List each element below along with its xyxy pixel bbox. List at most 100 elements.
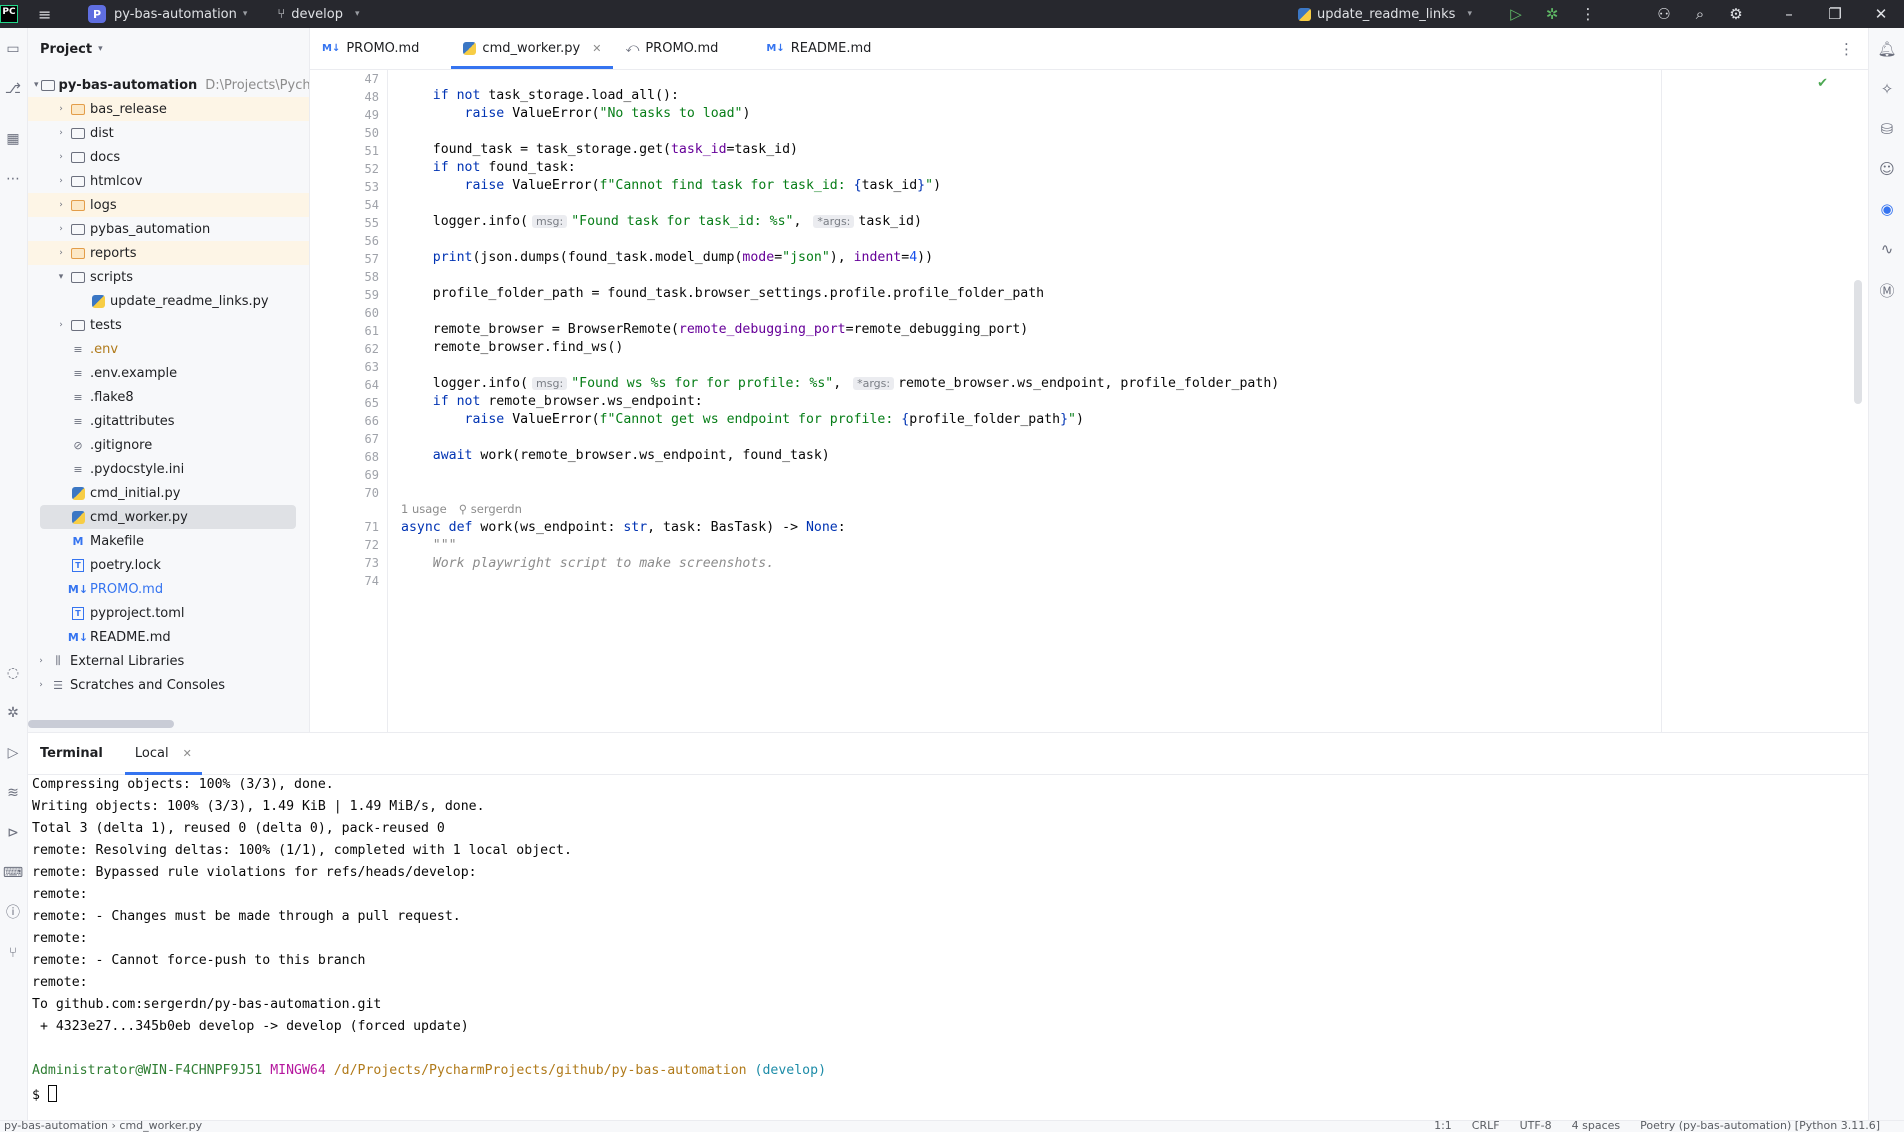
collapsed-arrow-icon[interactable]: › bbox=[54, 224, 68, 234]
tree-item-htmlcov[interactable]: › htmlcov bbox=[28, 169, 309, 193]
run-icon[interactable]: ▷ bbox=[1498, 5, 1534, 23]
tree-item-promo-md[interactable]: M↓ PROMO.md bbox=[28, 577, 309, 601]
tree-item-makefile[interactable]: M Makefile bbox=[28, 529, 309, 553]
text-file-icon: ≡ bbox=[73, 366, 83, 380]
code-vision-inlay[interactable]: 1 usage ⚲ sergerdn bbox=[401, 502, 522, 516]
main-menu-icon[interactable]: ≡ bbox=[38, 5, 58, 24]
collapsed-arrow-icon[interactable]: › bbox=[34, 680, 48, 690]
terminal-tool-icon[interactable]: ⌨ bbox=[2, 862, 24, 884]
python-console-icon[interactable]: ◌ bbox=[2, 662, 24, 684]
tree-item-pydocstyle[interactable]: ≡ .pydocstyle.ini bbox=[28, 457, 309, 481]
breadcrumb-project[interactable]: py-bas-automation bbox=[4, 1121, 108, 1132]
project-switcher[interactable]: py-bas-automation bbox=[114, 7, 237, 22]
notifications-icon[interactable]: 🔔︎ bbox=[1876, 38, 1898, 60]
tree-item-gitattributes[interactable]: ≡ .gitattributes bbox=[28, 409, 309, 433]
close-tab-icon[interactable]: ✕ bbox=[592, 42, 601, 55]
collapsed-arrow-icon[interactable]: › bbox=[54, 176, 68, 186]
debug-icon[interactable]: ✲ bbox=[1534, 5, 1570, 23]
usages-count[interactable]: 1 usage bbox=[401, 502, 447, 516]
tab-options-icon[interactable]: ⋮ bbox=[1839, 40, 1854, 58]
database-icon[interactable]: ⛁ bbox=[1876, 118, 1898, 140]
run-configuration-selector[interactable]: update_readme_links ▾ bbox=[1297, 7, 1472, 22]
project-tool-icon[interactable]: ▭ bbox=[2, 38, 24, 60]
tree-item-scratches[interactable]: › ☰ Scratches and Consoles bbox=[28, 673, 309, 697]
close-tab-icon[interactable]: ✕ bbox=[183, 747, 192, 760]
python-interpreter[interactable]: Poetry (py-bas-automation) [Python 3.11.… bbox=[1640, 1121, 1880, 1132]
settings-gear-icon[interactable]: ⚙ bbox=[1718, 5, 1754, 23]
code-editor[interactable]: if not task_storage.load_all(): raise Va… bbox=[391, 70, 1846, 732]
tree-item-poetry-lock[interactable]: T poetry.lock bbox=[28, 553, 309, 577]
collapsed-arrow-icon[interactable]: › bbox=[54, 200, 68, 210]
copilot-icon[interactable]: ☺ bbox=[1876, 158, 1898, 180]
tree-item-cmd-initial[interactable]: cmd_initial.py bbox=[28, 481, 309, 505]
terminal-title: Terminal bbox=[40, 746, 103, 761]
collapsed-arrow-icon[interactable]: › bbox=[54, 320, 68, 330]
debug-tool-icon[interactable]: ✲ bbox=[2, 702, 24, 724]
indent-setting[interactable]: 4 spaces bbox=[1572, 1121, 1621, 1132]
tree-item-external-libraries[interactable]: › ⫼ External Libraries bbox=[28, 649, 309, 673]
inspection-ok-icon[interactable]: ✔ bbox=[1817, 76, 1828, 91]
tree-item-reports[interactable]: › reports bbox=[28, 241, 309, 265]
expand-arrow-icon[interactable]: ▾ bbox=[54, 272, 68, 282]
collapsed-arrow-icon[interactable]: › bbox=[54, 248, 68, 258]
tree-item-logs[interactable]: › logs bbox=[28, 193, 309, 217]
vertical-scrollbar[interactable] bbox=[1854, 280, 1862, 404]
tab-promo-md[interactable]: M↓ PROMO.md bbox=[310, 27, 431, 69]
add-user-icon[interactable]: ⚇ bbox=[1646, 5, 1682, 23]
maximize-window-icon[interactable]: ❐ bbox=[1812, 5, 1858, 23]
tab-promo-md-diff[interactable]: ⤺ PROMO.md bbox=[613, 27, 730, 69]
problems-tool-icon[interactable]: ⓘ bbox=[2, 902, 24, 924]
collapsed-arrow-icon[interactable]: › bbox=[34, 656, 48, 666]
caret-position[interactable]: 1:1 bbox=[1434, 1121, 1452, 1132]
tree-item-readme[interactable]: M↓ README.md bbox=[28, 625, 309, 649]
line-separator[interactable]: CRLF bbox=[1472, 1121, 1500, 1132]
collapsed-arrow-icon[interactable]: › bbox=[54, 104, 68, 114]
tree-item-gitignore[interactable]: ⊘ .gitignore bbox=[28, 433, 309, 457]
tab-readme-md[interactable]: M↓ README.md bbox=[754, 27, 883, 69]
tab-local-terminal[interactable]: Local ✕ bbox=[124, 733, 202, 775]
minimize-window-icon[interactable]: – bbox=[1766, 5, 1812, 23]
python-packages-icon[interactable]: ⊳ bbox=[2, 822, 24, 844]
file-encoding[interactable]: UTF-8 bbox=[1520, 1121, 1552, 1132]
services-tool-icon[interactable]: ≋ bbox=[2, 782, 24, 804]
tab-cmd-worker[interactable]: cmd_worker.py ✕ bbox=[451, 27, 614, 69]
tree-item-docs[interactable]: › docs bbox=[28, 145, 309, 169]
search-icon[interactable]: ⌕ bbox=[1682, 5, 1718, 23]
sciview-icon[interactable]: ∿ bbox=[1876, 238, 1898, 260]
close-window-icon[interactable]: ✕ bbox=[1858, 5, 1904, 23]
tree-item-flake8[interactable]: ≡ .flake8 bbox=[28, 385, 309, 409]
prompt-user: Administrator@WIN-F4CHNPF9J51 bbox=[32, 1063, 263, 1078]
commit-tool-icon[interactable]: ⎇ bbox=[2, 78, 24, 100]
git-tool-icon[interactable]: ⑂ bbox=[2, 942, 24, 964]
tree-item-tests[interactable]: › tests bbox=[28, 313, 309, 337]
collapsed-arrow-icon[interactable]: › bbox=[54, 128, 68, 138]
code-line: raise ValueError("No tasks to load") bbox=[464, 106, 751, 121]
terminal-input-line[interactable]: $ bbox=[32, 1085, 57, 1103]
tree-item-dist[interactable]: › dist bbox=[28, 121, 309, 145]
tree-item-pyproject[interactable]: T pyproject.toml bbox=[28, 601, 309, 625]
vcs-branch-widget[interactable]: ⑂ develop ▾ bbox=[277, 7, 359, 22]
structure-tool-icon[interactable]: ▦ bbox=[2, 128, 24, 150]
run-tool-icon[interactable]: ▷ bbox=[2, 742, 24, 764]
tree-item-env[interactable]: ≡ .env bbox=[28, 337, 309, 361]
ai-assistant-icon[interactable]: ✧ bbox=[1876, 78, 1898, 100]
expand-arrow-icon[interactable]: ▾ bbox=[34, 80, 39, 90]
tree-item-cmd-worker[interactable]: cmd_worker.py bbox=[40, 505, 296, 529]
horizontal-scrollbar[interactable] bbox=[28, 720, 174, 728]
tree-root-folder[interactable]: ▾ py-bas-automation D:\Projects\Pych bbox=[28, 73, 309, 97]
more-actions-icon[interactable]: ⋮ bbox=[1570, 5, 1606, 23]
project-panel-header[interactable]: Project ▾ bbox=[28, 28, 309, 70]
code-with-me-icon[interactable]: ◉ bbox=[1876, 198, 1898, 220]
tree-item-bas-release[interactable]: › bas_release bbox=[28, 97, 309, 121]
markdown-preview-icon[interactable]: Ⓜ bbox=[1876, 280, 1898, 302]
breadcrumb-file[interactable]: cmd_worker.py bbox=[119, 1121, 202, 1132]
more-tools-icon[interactable]: ⋯ bbox=[2, 168, 24, 190]
collapsed-arrow-icon[interactable]: › bbox=[54, 152, 68, 162]
tree-item-update-readme-links[interactable]: update_readme_links.py bbox=[28, 289, 309, 313]
author-name[interactable]: sergerdn bbox=[471, 502, 522, 516]
tree-item-scripts[interactable]: ▾ scripts bbox=[28, 265, 309, 289]
tree-item-env-example[interactable]: ≡ .env.example bbox=[28, 361, 309, 385]
tree-item-pybas-automation[interactable]: › pybas_automation bbox=[28, 217, 309, 241]
breadcrumb[interactable]: py-bas-automation › cmd_worker.py bbox=[4, 1121, 202, 1132]
project-badge[interactable]: P bbox=[88, 5, 106, 23]
